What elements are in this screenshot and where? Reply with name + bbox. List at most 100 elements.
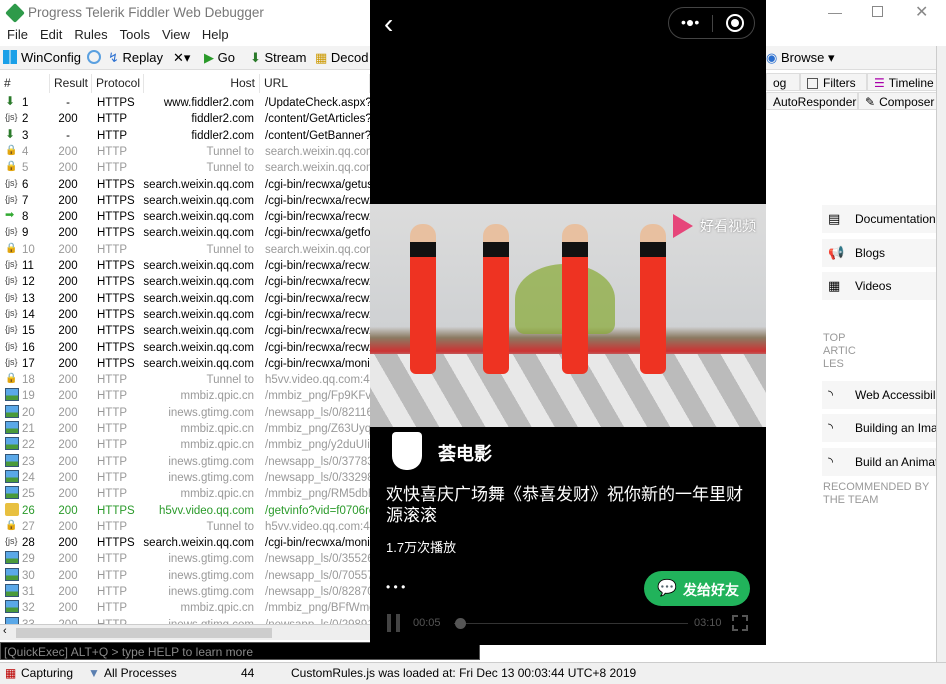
- cell-num: 16: [22, 341, 35, 354]
- browse-label: Browse: [780, 50, 825, 65]
- session-row[interactable]: 26 200 HTTPS h5vv.video.qq.com/getvinfo?vid…: [0, 502, 370, 519]
- session-row[interactable]: 22 200 HTTP mmbiz.qpic.cn/mmbiz_png/y2duUIi…: [0, 437, 370, 453]
- tab-composer[interactable]: ✎ Composer: [858, 92, 946, 110]
- session-row[interactable]: {js} 16 200 HTTPS search.weixin.qq.com/cgi-b…: [0, 340, 370, 356]
- more-options-button[interactable]: •●•: [681, 14, 699, 30]
- session-row[interactable]: 23 200 HTTP inews.gtimg.com/newsapp_ls/0/37…: [0, 453, 370, 470]
- session-row[interactable]: 32 200 HTTP mmbiz.qpic.cn/mmbiz_png/BFfWmd6: [0, 600, 370, 616]
- article-link[interactable]: ◝ Web Accessibility: [822, 381, 946, 409]
- download-icon: ⬇: [5, 94, 16, 108]
- session-row[interactable]: {js} 15 200 HTTPS search.weixin.qq.com/cgi-b…: [0, 323, 370, 339]
- session-row[interactable]: {js} 13 200 HTTPS search.weixin.qq.com/cgi-b…: [0, 291, 370, 307]
- session-row[interactable]: 20 200 HTTP inews.gtimg.com/newsapp_ls/0/82…: [0, 404, 370, 421]
- session-row[interactable]: 29 200 HTTP inews.gtimg.com/newsapp_ls/0/35…: [0, 551, 370, 567]
- menu-tools[interactable]: Tools: [120, 27, 150, 42]
- remove-button[interactable]: ✕▾: [173, 50, 190, 66]
- column-url[interactable]: URL: [260, 74, 370, 93]
- menu-help[interactable]: Help: [202, 27, 229, 42]
- session-row[interactable]: ⬇ 1 - HTTPS www.fiddler2.com/UpdateCheck.asp…: [0, 95, 370, 111]
- menu-rules[interactable]: Rules: [74, 27, 107, 42]
- fullscreen-icon[interactable]: [732, 615, 748, 631]
- minimize-button[interactable]: —: [828, 4, 842, 20]
- pause-button[interactable]: [387, 614, 391, 632]
- session-row[interactable]: 25 200 HTTP mmbiz.qpic.cn/mmbiz_png/RM5dbEq: [0, 486, 370, 502]
- session-row[interactable]: {js} 17 200 HTTPS search.weixin.qq.com/cgi-b…: [0, 356, 370, 372]
- link-blogs[interactable]: 📢 Blogs: [822, 239, 946, 267]
- winconfig-button[interactable]: WinConfig: [3, 50, 81, 65]
- sessions-list[interactable]: # Result Protocol Host URL ⬇ 1 - HTTPS www.f…: [0, 74, 370, 624]
- maximize-button[interactable]: [872, 6, 883, 17]
- go-button[interactable]: ▶ Go: [204, 50, 235, 66]
- column-number[interactable]: #: [0, 74, 50, 93]
- column-protocol[interactable]: Protocol: [92, 74, 144, 93]
- progress-thumb[interactable]: [455, 618, 467, 629]
- channel-avatar[interactable]: [392, 432, 422, 470]
- back-button[interactable]: ‹: [384, 8, 393, 40]
- article-link[interactable]: ◝ Build an Animated: [822, 448, 946, 476]
- replay-button[interactable]: ↯ Replay: [108, 50, 163, 66]
- session-row[interactable]: 21 200 HTTP mmbiz.qpic.cn/mmbiz_png/Z63UyqG…: [0, 421, 370, 437]
- cell-pro: HTTP: [97, 439, 128, 452]
- session-row[interactable]: {js} 2 200 HTTP fiddler2.com/content/GetArti…: [0, 111, 370, 127]
- session-row[interactable]: ⬇ 3 - HTTP fiddler2.com/content/GetBanner?cl: [0, 127, 370, 144]
- cell-res: 200: [58, 357, 78, 370]
- scrollbar-thumb[interactable]: [16, 628, 272, 638]
- cell-url: /newsapp_ls/0/332987: [265, 471, 370, 484]
- cell-pro: HTTP: [97, 162, 128, 175]
- cell-num: 15: [22, 325, 35, 338]
- video-frame[interactable]: 好看视频: [370, 204, 766, 427]
- session-row[interactable]: 24 200 HTTP inews.gtimg.com/newsapp_ls/0/33…: [0, 469, 370, 486]
- session-row[interactable]: 19 200 HTTP mmbiz.qpic.cn/mmbiz_png/Fp9KFvL…: [0, 388, 370, 404]
- progress-track[interactable]: [454, 618, 688, 629]
- session-row[interactable]: 33 200 HTTP inews.gtimg.com/newsapp_ls/0/29…: [0, 616, 370, 624]
- comment-button[interactable]: [87, 50, 105, 65]
- heading-line: THE TEAM: [823, 494, 879, 506]
- session-row[interactable]: {js} 9 200 HTTPS search.weixin.qq.com/cgi-bi…: [0, 225, 370, 241]
- link-documentation[interactable]: ▤ Documentation: [822, 205, 946, 233]
- session-row[interactable]: 🔒 27 200 HTTP Tunnel to h5vv.video.qq.com:44: [0, 519, 370, 535]
- menu-view[interactable]: View: [162, 27, 190, 42]
- capturing-toggle[interactable]: Capturing: [21, 663, 73, 683]
- session-row[interactable]: {js} 6 200 HTTPS search.weixin.qq.com/cgi-bi…: [0, 177, 370, 193]
- tab-timeline[interactable]: ☰ Timeline: [867, 73, 946, 91]
- session-row[interactable]: 30 200 HTTP inews.gtimg.com/newsapp_ls/0/70…: [0, 567, 370, 584]
- horizontal-scrollbar[interactable]: ‹: [0, 624, 370, 640]
- cell-num: 24: [22, 471, 35, 484]
- session-row[interactable]: ➡ 8 200 HTTPS search.weixin.qq.com/cgi-bin/r…: [0, 209, 370, 225]
- column-host[interactable]: Host: [144, 74, 260, 93]
- tab-autoresponder[interactable]: AutoResponder: [766, 92, 858, 110]
- cell-pro: HTTP: [97, 113, 128, 126]
- session-row[interactable]: {js} 11 200 HTTPS search.weixin.qq.com/cgi-b…: [0, 258, 370, 274]
- session-row[interactable]: {js} 14 200 HTTPS search.weixin.qq.com/cgi-b…: [0, 307, 370, 323]
- scroll-left-icon[interactable]: ‹: [3, 625, 7, 637]
- close-button[interactable]: ✕: [915, 2, 928, 22]
- channel-name[interactable]: 荟电影: [438, 440, 492, 466]
- share-to-friend-button[interactable]: 💬 发给好友: [644, 571, 750, 606]
- session-row[interactable]: {js} 12 200 HTTPS search.weixin.qq.com/cgi-b…: [0, 274, 370, 290]
- tab-filters[interactable]: Filters: [800, 73, 867, 91]
- decode-button[interactable]: ▦ Decod: [315, 50, 368, 66]
- session-row[interactable]: {js} 7 200 HTTPS search.weixin.qq.com/cgi-bi…: [0, 193, 370, 209]
- lock-icon: 🔒: [5, 519, 18, 531]
- link-videos[interactable]: ▦ Videos: [822, 272, 946, 300]
- stream-button[interactable]: ⬇ Stream: [250, 50, 306, 66]
- session-row[interactable]: 🔒 10 200 HTTP Tunnel to search.weixin.qq.com:: [0, 242, 370, 258]
- tab-log[interactable]: og: [766, 73, 800, 91]
- session-row[interactable]: 🔒 4 200 HTTP Tunnel to search.weixin.qq.com:: [0, 144, 370, 160]
- blogs-label: Blogs: [855, 246, 886, 260]
- session-row[interactable]: 🔒 18 200 HTTP Tunnel to h5vv.video.qq.com:44: [0, 372, 370, 388]
- article-link[interactable]: ◝ Building an Image: [822, 414, 946, 442]
- browse-button[interactable]: ◉ Browse ▾: [766, 50, 834, 66]
- session-row[interactable]: {js} 28 200 HTTPS search.weixin.qq.com/cgi-b…: [0, 535, 370, 551]
- vertical-scrollbar[interactable]: [936, 46, 946, 662]
- speech-bubble-icon: [87, 50, 101, 64]
- more-button[interactable]: • • •: [386, 580, 405, 594]
- menu-edit[interactable]: Edit: [40, 27, 62, 42]
- session-row[interactable]: 🔒 5 200 HTTP Tunnel to search.weixin.qq.com:: [0, 160, 370, 176]
- column-result[interactable]: Result: [50, 74, 92, 93]
- dancer: [640, 224, 666, 374]
- process-filter[interactable]: All Processes: [104, 663, 177, 683]
- session-row[interactable]: 31 200 HTTP inews.gtimg.com/newsapp_ls/0/82…: [0, 584, 370, 600]
- menu-file[interactable]: File: [7, 27, 28, 42]
- close-miniprogram-button[interactable]: [726, 14, 744, 32]
